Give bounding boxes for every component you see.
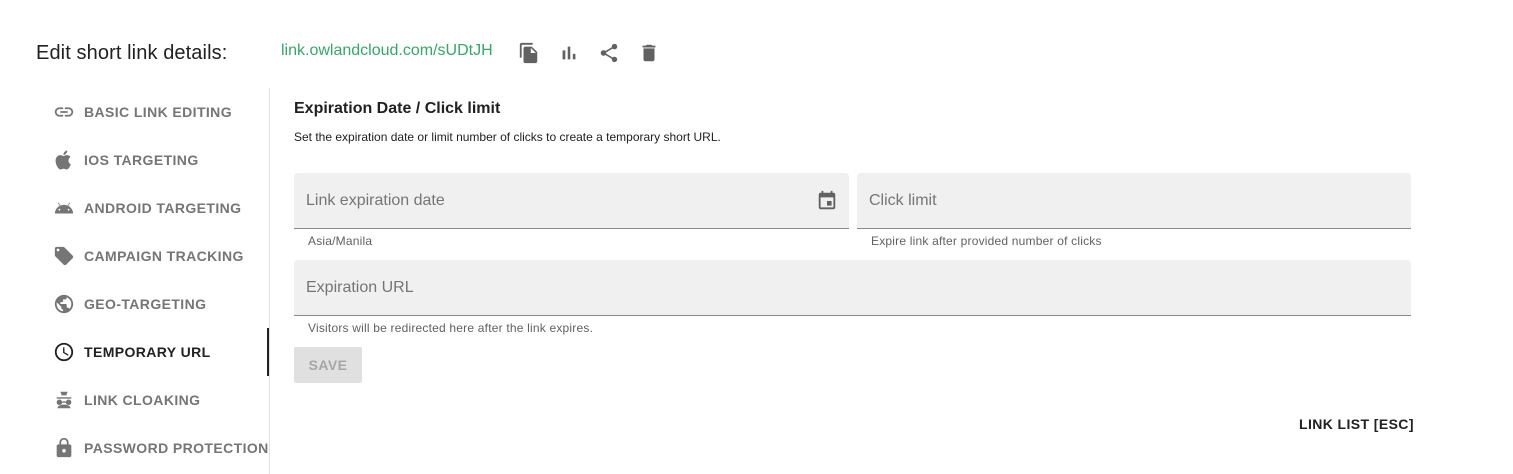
header-actions: [517, 41, 661, 65]
sidebar-item-ios-targeting[interactable]: IOS TARGETING: [36, 136, 270, 184]
expiration-url-hint: Visitors will be redirected here after t…: [308, 321, 594, 335]
click-limit-hint: Expire link after provided number of cli…: [871, 234, 1102, 248]
expiration-date-input[interactable]: [294, 173, 815, 228]
expiration-date-field[interactable]: [294, 173, 849, 229]
sidebar-item-label: PASSWORD PROTECTION: [84, 440, 269, 456]
save-button[interactable]: SAVE: [294, 347, 362, 383]
section-description: Set the expiration date or limit number …: [294, 130, 721, 144]
page-title: Edit short link details:: [36, 41, 228, 64]
tag-icon: [52, 244, 76, 268]
share-icon[interactable]: [597, 41, 621, 65]
click-limit-field[interactable]: [857, 173, 1411, 229]
section-title: Expiration Date / Click limit: [294, 100, 501, 117]
globe-icon: [52, 292, 76, 316]
link-list-button[interactable]: LINK LIST [ESC]: [1299, 416, 1414, 432]
sidebar-item-password-protection[interactable]: PASSWORD PROTECTION: [36, 424, 270, 472]
stats-icon[interactable]: [557, 41, 581, 65]
copy-icon[interactable]: [517, 41, 541, 65]
sidebar-item-label: TEMPORARY URL: [84, 344, 211, 360]
short-link-url[interactable]: link.owlandcloud.com/sUDtJH: [281, 42, 493, 60]
page-header: Edit short link details:: [36, 40, 227, 66]
sidebar-item-link-cloaking[interactable]: LINK CLOAKING: [36, 376, 270, 424]
sidebar-item-android-targeting[interactable]: ANDROID TARGETING: [36, 184, 270, 232]
sidebar-item-label: GEO-TARGETING: [84, 296, 207, 312]
expiration-url-input[interactable]: [294, 260, 1411, 315]
settings-sidebar: BASIC LINK EDITING IOS TARGETING ANDROID…: [36, 88, 270, 474]
sidebar-item-label: ANDROID TARGETING: [84, 200, 242, 216]
calendar-icon[interactable]: [815, 189, 839, 213]
sidebar-item-label: CAMPAIGN TRACKING: [84, 248, 244, 264]
click-limit-input[interactable]: [857, 173, 1411, 228]
sidebar-item-label: IOS TARGETING: [84, 152, 199, 168]
sidebar-item-label: LINK CLOAKING: [84, 392, 201, 408]
sidebar-item-campaign-tracking[interactable]: CAMPAIGN TRACKING: [36, 232, 270, 280]
sidebar-item-basic-link-editing[interactable]: BASIC LINK EDITING: [36, 88, 270, 136]
android-icon: [52, 196, 76, 220]
sidebar-item-geo-targeting[interactable]: GEO-TARGETING: [36, 280, 270, 328]
sidebar-item-temporary-url[interactable]: TEMPORARY URL: [36, 328, 270, 376]
lock-icon: [52, 436, 76, 460]
sidebar-item-label: BASIC LINK EDITING: [84, 104, 232, 120]
link-icon: [52, 100, 76, 124]
expiration-date-hint: Asia/Manila: [308, 234, 373, 248]
expiration-url-field[interactable]: [294, 260, 1411, 316]
active-indicator: [267, 328, 269, 376]
spy-icon: [52, 388, 76, 412]
delete-icon[interactable]: [637, 41, 661, 65]
apple-icon: [52, 148, 76, 172]
clock-icon: [52, 340, 76, 364]
